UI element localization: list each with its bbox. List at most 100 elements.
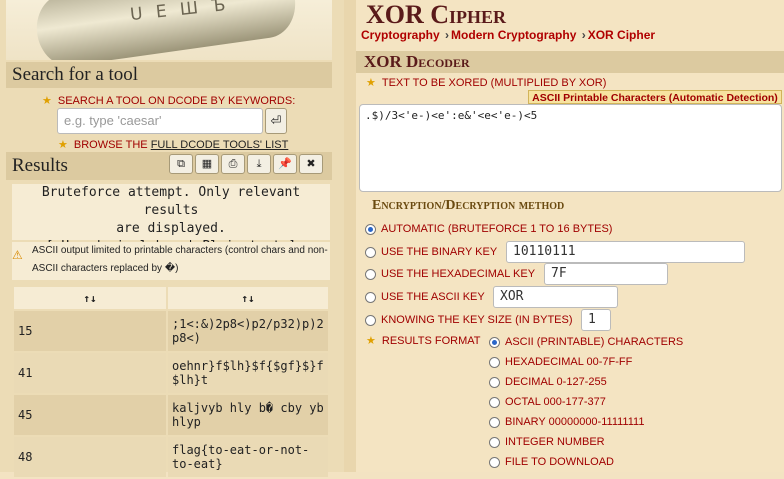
warning-text-2: ASCII characters replaced by �) [32, 263, 179, 274]
print-results-button[interactable]: ⎙ [221, 154, 245, 174]
breadcrumb-link-xor-cipher[interactable]: XOR Cipher [588, 28, 655, 42]
table-row: 15 ;1<:&)2p8<)p2/p32)p)2 p8<) [14, 311, 328, 351]
decoder-heading-text: XOR Decoder [364, 52, 470, 71]
text-to-xor-label: TEXT TO BE XORED (MULTIPLIED BY XOR) [381, 77, 607, 89]
calc-icon: ▦ [201, 158, 213, 170]
download-icon: ⤓ [256, 158, 262, 170]
close-results-button[interactable]: ✖ [299, 154, 323, 174]
breadcrumb-separator: › [581, 28, 586, 42]
table-row: 41 oehnr}f$lh}$f{$gf}$}f $lh}t [14, 353, 328, 393]
warning-box: ⚠ ASCII output limited to printable char… [12, 242, 330, 280]
format-file-radio[interactable] [489, 457, 500, 468]
sidebar: U Е Ш Ъ Search for a tool ★ SEARCH A TOOL… [0, 0, 344, 477]
result-text-line: kaljvyb hly b� cby yb [172, 401, 324, 415]
hex-key-input[interactable]: 7F [544, 263, 668, 285]
column-divider [344, 0, 356, 472]
browse-prefix: BROWSE THE [73, 139, 148, 151]
format-ascii-label[interactable]: ASCII (PRINTABLE) CHARACTERS [505, 336, 683, 348]
text-label-row: ★ TEXT TO BE XORED (MULTIPLIED BY XOR) [366, 76, 606, 89]
results-intro-line-2: are displayed. [116, 221, 226, 236]
ciphertext-textarea[interactable]: .$)/3<'e-)<e':e&'<e<'e-)<5 [359, 104, 782, 192]
breadcrumb-link-modern-cryptography[interactable]: Modern Cryptography [451, 28, 576, 42]
results-heading-text: Results [12, 155, 68, 176]
star-icon: ★ [42, 95, 52, 107]
key-size-input[interactable]: 1 [581, 309, 611, 331]
method-binary-label[interactable]: USE THE BINARY KEY [381, 246, 497, 258]
ascii-key-input[interactable]: XOR [493, 286, 618, 308]
copy-results-button[interactable]: ⧉ [169, 154, 193, 174]
browse-row: ★ BROWSE THE FULL DCODE TOOLS' LIST [58, 138, 288, 151]
format-ascii-radio[interactable] [489, 337, 500, 348]
results-table: ↑↓ ↑↓ 15 ;1<:&)2p8<)p2/p32)p)2 p8<) 41 oe… [12, 285, 330, 479]
pin-icon: 📌 [278, 158, 292, 170]
result-text-line: flag{to-eat-or-not- [172, 443, 310, 457]
method-ascii-radio[interactable] [365, 292, 376, 303]
method-hex-radio[interactable] [365, 269, 376, 280]
breadcrumb-link-cryptography[interactable]: Cryptography [361, 28, 440, 42]
method-ascii-label[interactable]: USE THE ASCII KEY [381, 291, 485, 303]
format-hex-label[interactable]: HEXADECIMAL 00-7F-FF [505, 356, 632, 368]
format-file-label[interactable]: FILE TO DOWNLOAD [505, 456, 614, 468]
ciphertext-value: .$)/3<'e-)<e':e&'<e<'e-)<5 [365, 109, 538, 122]
result-text-line: oehnr}f$lh}$f{$gf}$}f [172, 359, 324, 373]
search-placeholder: e.g. type 'caesar' [64, 113, 162, 128]
format-decimal-radio[interactable] [489, 377, 500, 388]
results-format-row: ★ RESULTS FORMAT [366, 334, 480, 347]
search-heading-text: Search for a tool [12, 64, 139, 85]
method-binary-radio[interactable] [365, 247, 376, 258]
warning-text-1: ASCII output limited to printable charac… [32, 245, 328, 256]
result-key: 15 [14, 311, 166, 351]
star-icon: ★ [58, 139, 68, 151]
result-text[interactable]: oehnr}f$lh}$f{$gf}$}f $lh}t [168, 353, 328, 393]
format-binary-label[interactable]: BINARY 00000000-11111111 [505, 416, 644, 428]
result-text[interactable]: flag{to-eat-or-not-to-eat} [168, 437, 328, 477]
breadcrumb: Cryptography › Modern Cryptography › XOR C… [361, 28, 655, 42]
format-octal-label[interactable]: OCTAL 000-177-377 [505, 396, 606, 408]
result-key: 41 [14, 353, 166, 393]
search-keywords-row: ★ SEARCH A TOOL ON DCODE BY KEYWORDS: [42, 94, 295, 107]
decoder-heading: XOR Decoder [356, 51, 784, 73]
dcode-logo[interactable]: U Е Ш Ъ [6, 0, 332, 60]
results-intro: Bruteforce attempt. Only relevant result… [12, 184, 330, 254]
result-text-line: p8<) [172, 331, 201, 345]
format-octal-radio[interactable] [489, 397, 500, 408]
page-title: XOR Cipher [366, 0, 507, 29]
binary-key-input[interactable]: 10110111 [506, 241, 745, 263]
results-format-label: RESULTS FORMAT [381, 335, 481, 347]
download-results-button[interactable]: ⤓ [247, 154, 271, 174]
result-text-line: to-eat} [172, 457, 223, 471]
format-integer-radio[interactable] [489, 437, 500, 448]
main-content: XOR Cipher Cryptography › Modern Cryptogr… [356, 0, 784, 472]
format-decimal-label[interactable]: DECIMAL 0-127-255 [505, 376, 607, 388]
format-integer-label[interactable]: INTEGER NUMBER [505, 436, 605, 448]
method-keysize-label[interactable]: KNOWING THE KEY SIZE (IN BYTES) [381, 314, 573, 326]
result-text-line: hlyp [172, 415, 201, 429]
result-text[interactable]: ;1<:&)2p8<)p2/p32)p)2 p8<) [168, 311, 328, 351]
print-icon: ⎙ [228, 158, 238, 170]
star-icon: ★ [366, 77, 376, 89]
sort-text-column[interactable]: ↑↓ [168, 287, 328, 309]
format-binary-radio[interactable] [489, 417, 500, 428]
sort-key-column[interactable]: ↑↓ [14, 287, 166, 309]
method-heading: Encryption/Decryption method [372, 198, 565, 213]
method-keysize-radio[interactable] [365, 315, 376, 326]
search-keywords-label: SEARCH A TOOL ON DCODE BY KEYWORDS: [57, 95, 296, 107]
method-automatic-radio[interactable] [365, 224, 376, 235]
calc-results-button[interactable]: ▦ [195, 154, 219, 174]
star-icon: ★ [366, 335, 376, 347]
table-row: 48 flag{to-eat-or-not-to-eat} [14, 437, 328, 477]
full-tools-list-link[interactable]: FULL DCODE TOOLS' LIST [151, 139, 289, 151]
method-hex-label[interactable]: USE THE HEXADECIMAL KEY [381, 268, 535, 280]
result-text[interactable]: kaljvyb hly b� cby yb hlyp [168, 395, 328, 435]
warning-icon: ⚠ [12, 248, 23, 262]
format-hex-radio[interactable] [489, 357, 500, 368]
search-submit-button[interactable]: ⏎ [265, 108, 287, 134]
result-text-line: $lh}t [172, 373, 209, 387]
method-automatic-label[interactable]: AUTOMATIC (BRUTEFORCE 1 TO 16 BYTES) [381, 223, 612, 235]
search-input[interactable]: e.g. type 'caesar' [57, 108, 263, 134]
enter-icon: ⏎ [270, 113, 282, 128]
results-intro-line-1: Bruteforce attempt. Only relevant result… [41, 185, 301, 218]
search-heading: Search for a tool [6, 62, 332, 88]
close-icon: ✖ [306, 158, 316, 170]
pin-results-button[interactable]: 📌 [273, 154, 297, 174]
